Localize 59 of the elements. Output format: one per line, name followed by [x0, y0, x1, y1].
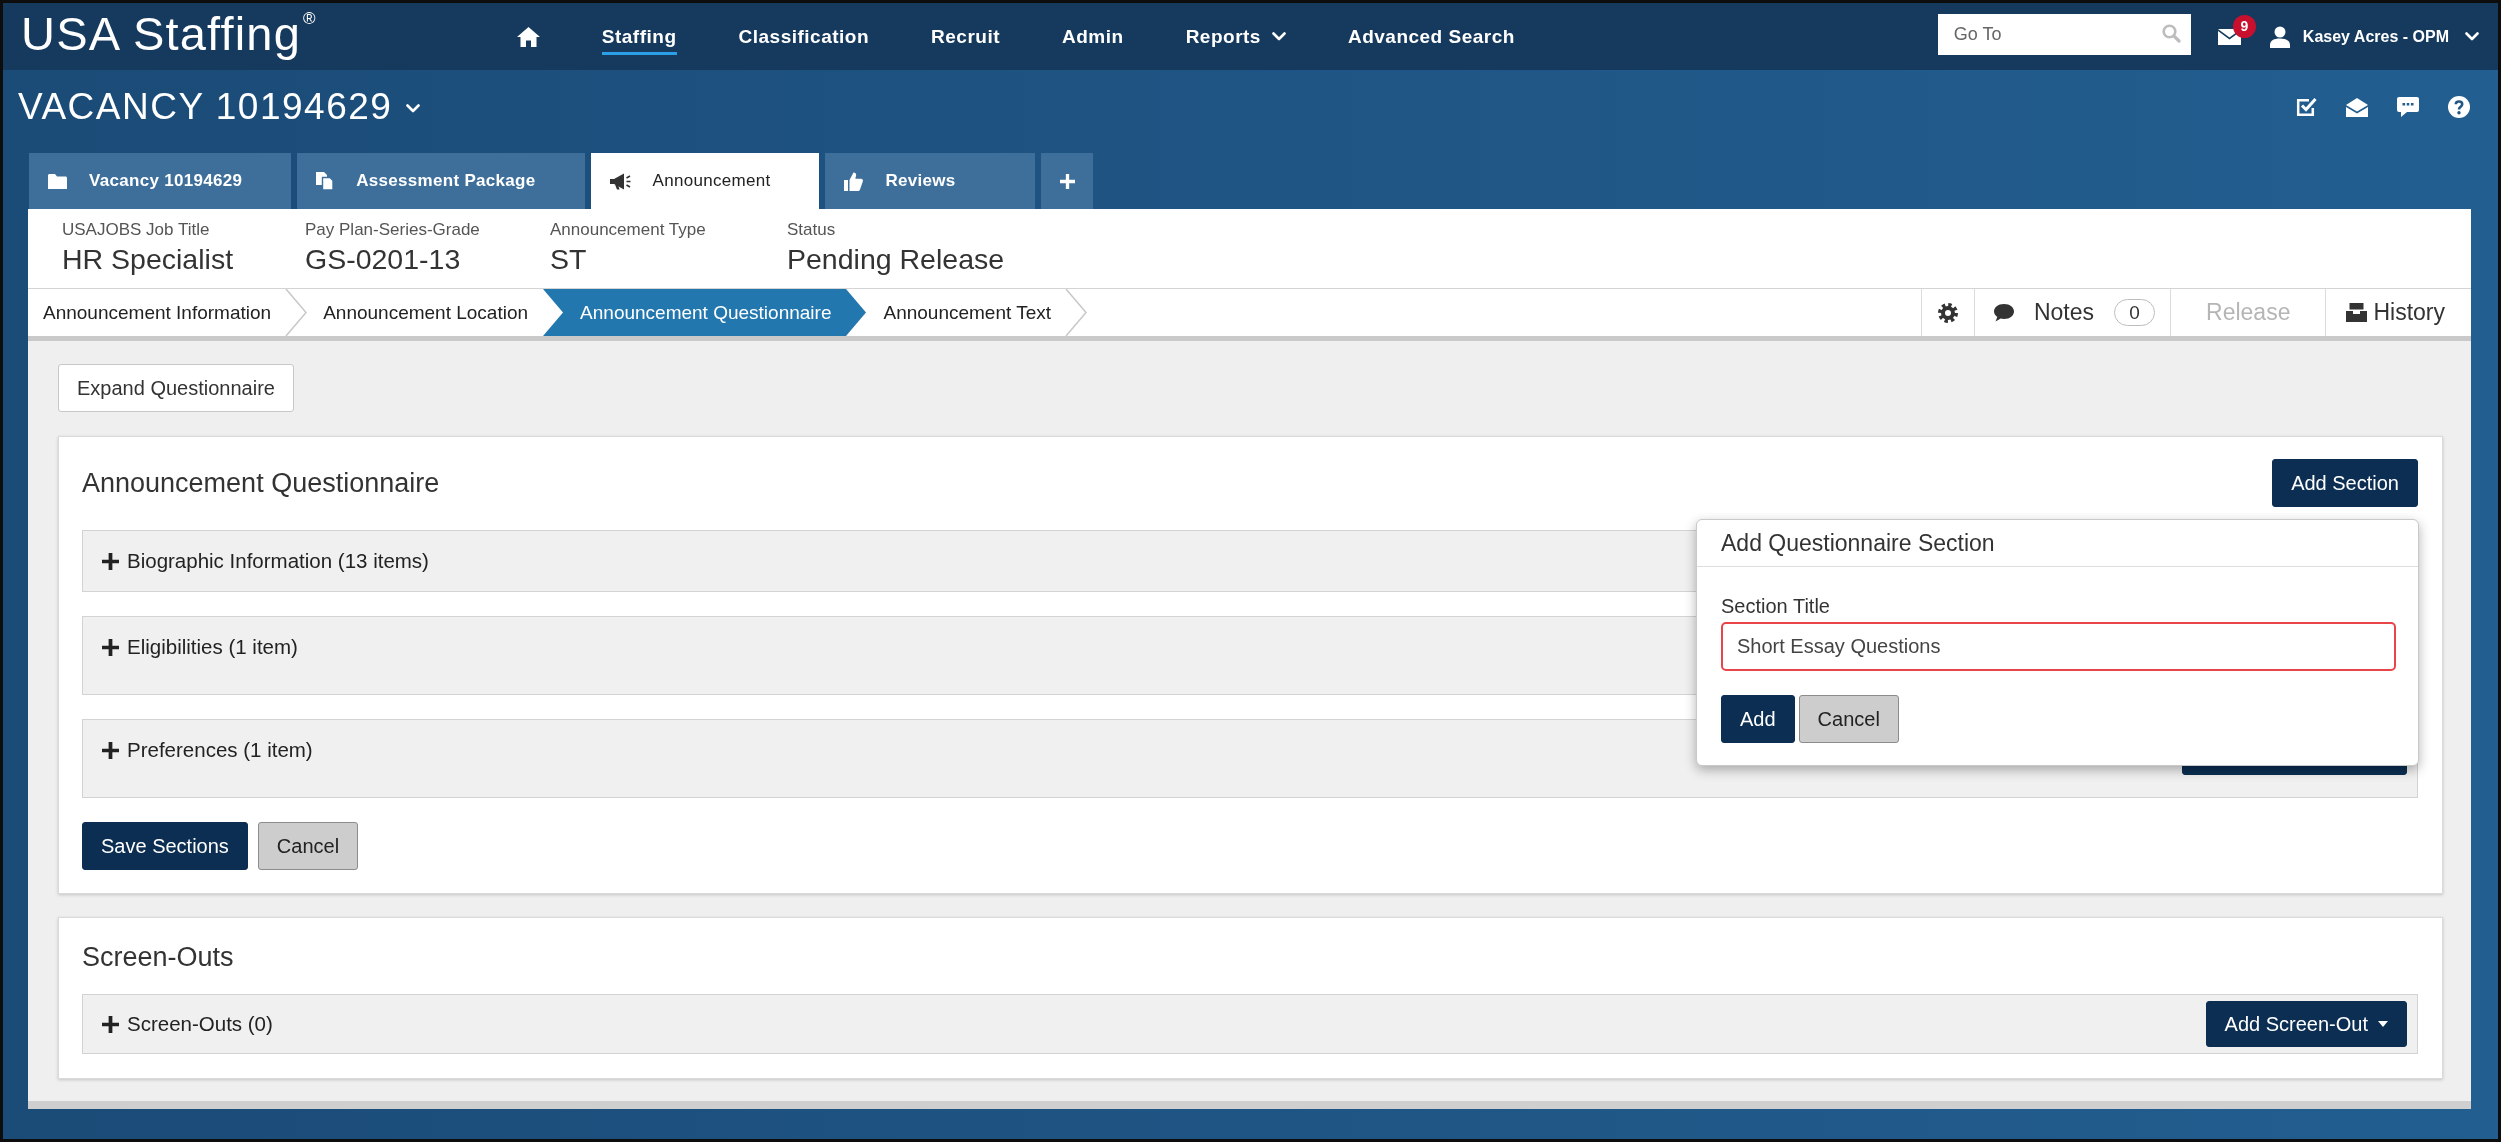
- logo[interactable]: USA Staffing$^{®}$: [21, 8, 317, 59]
- summary-label: Pay Plan-Series-Grade: [305, 220, 480, 240]
- expand-button[interactable]: Expand Questionnaire: [58, 364, 294, 412]
- chevron-down-icon[interactable]: [2465, 32, 2479, 41]
- popover-title: Add Questionnaire Section: [1721, 529, 1995, 557]
- checkbox-icon[interactable]: [2296, 97, 2317, 117]
- add-tab-button[interactable]: [1041, 153, 1094, 209]
- add-screen-out-button[interactable]: Add Screen-Out: [2205, 1001, 2407, 1047]
- nav-link[interactable]: Advanced Search: [1347, 18, 1515, 55]
- tab[interactable]: Reviews: [825, 153, 1036, 209]
- nav-link[interactable]: Reports: [1185, 18, 1286, 55]
- megaphone-icon: [609, 172, 631, 190]
- summary-label: Status: [787, 220, 836, 240]
- comment-icon: [1992, 303, 2015, 322]
- nav-link[interactable]: Classification: [738, 18, 870, 55]
- card-title: Screen-Outs: [82, 941, 234, 974]
- user-icon[interactable]: [2269, 25, 2290, 48]
- tab[interactable]: Announcement: [590, 153, 820, 209]
- field-label: Section Title: [1721, 595, 1830, 617]
- chevron-separator-icon: [845, 289, 868, 336]
- summary-label: USAJOBS Job Title: [62, 220, 210, 240]
- chevron-down-icon[interactable]: [406, 104, 421, 113]
- nav-link[interactable]: Admin: [1062, 18, 1124, 55]
- add-section-button[interactable]: Add Section: [2272, 459, 2418, 507]
- nav-link[interactable]: Recruit: [931, 18, 1000, 55]
- summary-value: ST: [550, 242, 587, 277]
- plus-icon: [1060, 173, 1075, 189]
- cancel-button[interactable]: Cancel: [1798, 695, 1899, 743]
- settings-icon: [1937, 302, 1958, 323]
- section-title-input[interactable]: Short Essay Questions: [1721, 622, 2396, 671]
- section-label: Eligibilities (1 item): [127, 634, 298, 660]
- section-label: Biographic Information (13 items): [127, 548, 429, 574]
- inbox-icon: [2346, 303, 2368, 322]
- card-title: Announcement Questionnaire: [82, 467, 440, 500]
- caret-icon: [2378, 1021, 2388, 1027]
- home-icon[interactable]: [516, 26, 540, 47]
- comment-icon[interactable]: [2397, 97, 2419, 117]
- thumbs-up-icon: [844, 171, 864, 191]
- summary-value: HR Specialist: [62, 242, 234, 277]
- nav-link[interactable]: Staffing: [601, 18, 677, 55]
- vacancy-title[interactable]: VACANCY 10194629: [18, 88, 393, 126]
- open-envelope-icon[interactable]: [2346, 97, 2368, 117]
- section-label: Preferences (1 item): [127, 737, 313, 763]
- section-header[interactable]: Screen-Outs (0) Add Screen-Out: [82, 994, 2418, 1054]
- summary-value: Pending Release: [787, 242, 1005, 277]
- section-label: Screen-Outs (0): [127, 1011, 273, 1037]
- folder-icon: [48, 173, 67, 189]
- documents-icon: [316, 171, 335, 191]
- cancel-button[interactable]: Cancel: [257, 822, 359, 870]
- save-button[interactable]: Save Sections: [82, 822, 248, 870]
- summary-value: GS-0201-13: [305, 242, 461, 277]
- search-field[interactable]: Go To: [1937, 14, 2191, 55]
- tab[interactable]: Assessment Package: [297, 153, 585, 209]
- notification-badge: 9: [2232, 14, 2256, 38]
- user-name[interactable]: Kasey Acres - OPM: [2302, 27, 2449, 46]
- add-button[interactable]: Add: [1721, 695, 1795, 743]
- tab[interactable]: Vacancy 10194629: [29, 153, 292, 209]
- summary-label: Announcement Type: [550, 220, 706, 240]
- help-icon[interactable]: [2448, 96, 2470, 118]
